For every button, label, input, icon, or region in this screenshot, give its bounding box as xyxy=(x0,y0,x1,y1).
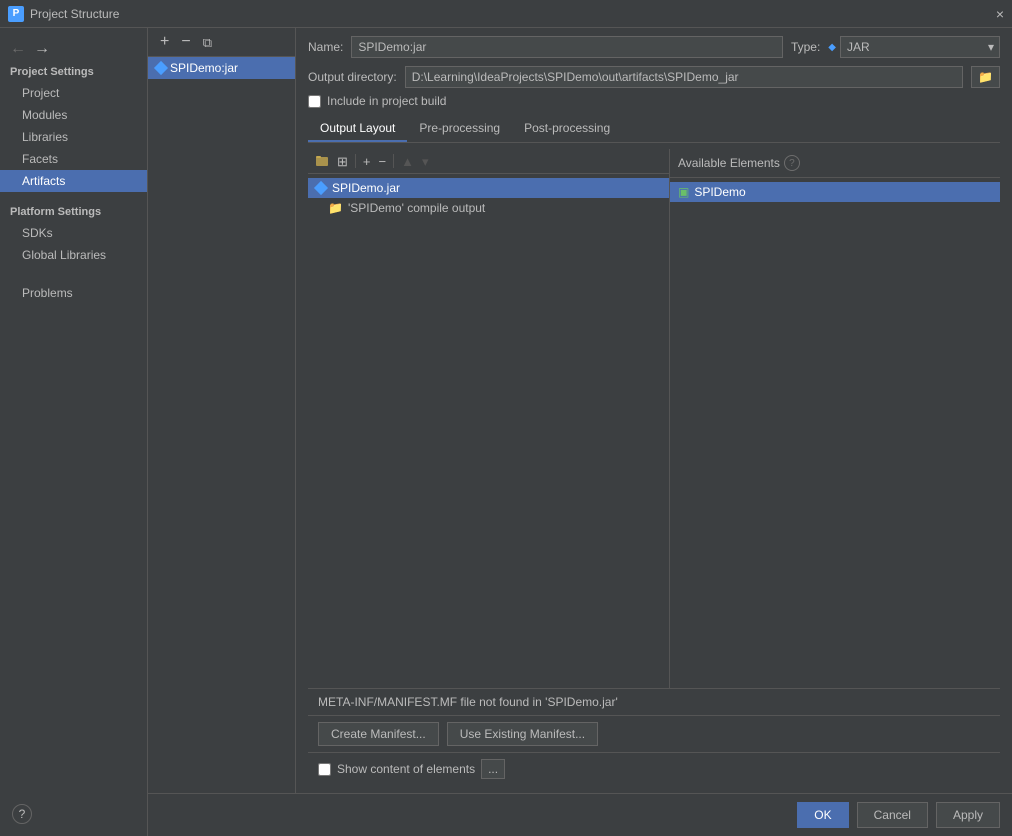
sidebar-item-sdks[interactable]: SDKs xyxy=(0,222,147,244)
bottom-bar: OK Cancel Apply xyxy=(148,793,1012,836)
forward-arrow[interactable]: → xyxy=(32,40,52,58)
output-dir-input[interactable] xyxy=(405,66,963,88)
show-content-checkbox[interactable] xyxy=(318,763,331,776)
create-manifest-button[interactable]: Create Manifest... xyxy=(318,722,439,746)
show-content-label: Show content of elements xyxy=(337,762,475,776)
output-dir-label: Output directory: xyxy=(308,70,397,84)
title-bar: P Project Structure × xyxy=(0,0,1012,28)
tree-move-up-btn[interactable]: ▲ xyxy=(398,154,417,169)
sidebar-item-facets[interactable]: Facets xyxy=(0,148,147,170)
info-icon[interactable]: ? xyxy=(784,155,800,171)
warning-message: META-INF/MANIFEST.MF file not found in '… xyxy=(308,688,1000,715)
type-diamond-icon: ◆ xyxy=(828,42,836,53)
app-icon: P xyxy=(8,6,24,22)
jar-diamond-icon xyxy=(154,61,168,75)
type-label: Type: xyxy=(791,40,820,54)
tree-add-btn[interactable]: + xyxy=(360,154,374,169)
back-arrow[interactable]: ← xyxy=(8,40,28,58)
remove-artifact-button[interactable]: − xyxy=(177,32,194,52)
available-item-spidemo-label: SPIDemo xyxy=(694,185,745,199)
available-panel: Available Elements ? ▣ SPIDemo xyxy=(670,149,1000,688)
tree-item-compile-output-label: 'SPIDemo' compile output xyxy=(348,201,485,215)
name-label: Name: xyxy=(308,40,343,54)
help-button[interactable]: ? xyxy=(12,804,32,824)
include-in-build-checkbox[interactable] xyxy=(308,95,321,108)
tree-folder-btn[interactable] xyxy=(312,152,332,170)
tree-toolbar: ⊞ + − ▲ ▾ xyxy=(308,149,669,174)
tree-move-down-btn[interactable]: ▾ xyxy=(419,154,432,169)
output-dir-row: Output directory: 📁 xyxy=(308,66,1000,88)
title-bar-title: Project Structure xyxy=(30,7,996,21)
artifact-name: SPIDemo:jar xyxy=(170,61,238,75)
available-content: ▣ SPIDemo xyxy=(670,178,1000,688)
more-button[interactable]: ... xyxy=(481,759,505,779)
sidebar-item-modules[interactable]: Modules xyxy=(0,104,147,126)
add-artifact-button[interactable]: + xyxy=(156,32,173,52)
tree-item-spidemo-jar-label: SPIDemo.jar xyxy=(332,181,400,195)
name-input[interactable] xyxy=(351,36,783,58)
tab-post-processing[interactable]: Post-processing xyxy=(512,116,622,142)
close-button[interactable]: × xyxy=(996,6,1004,22)
cancel-button[interactable]: Cancel xyxy=(857,802,928,828)
tree-grid-btn[interactable]: ⊞ xyxy=(334,154,351,169)
main-layout: ← → Project Settings Project Modules Lib… xyxy=(0,28,1012,836)
sidebar: ← → Project Settings Project Modules Lib… xyxy=(0,28,148,836)
sidebar-nav: ← → xyxy=(0,36,147,62)
type-select-wrapper: ◆ JAR xyxy=(828,36,1000,58)
browse-button[interactable]: 📁 xyxy=(971,66,1000,88)
tree-item-compile-output[interactable]: 📁 'SPIDemo' compile output xyxy=(308,198,669,218)
folder-icon: 📁 xyxy=(328,201,343,215)
include-in-build-row: Include in project build xyxy=(308,94,1000,108)
artifacts-toolbar: + − ⧉ xyxy=(148,28,295,57)
sidebar-item-artifacts[interactable]: Artifacts xyxy=(0,170,147,192)
artifacts-column: + − ⧉ SPIDemo:jar xyxy=(148,28,296,793)
sidebar-item-global-libraries[interactable]: Global Libraries xyxy=(0,244,147,266)
tab-output-layout[interactable]: Output Layout xyxy=(308,116,407,142)
use-existing-manifest-button[interactable]: Use Existing Manifest... xyxy=(447,722,598,746)
tree-content: SPIDemo.jar 📁 'SPIDemo' compile output xyxy=(308,174,669,688)
apply-button[interactable]: Apply xyxy=(936,802,1000,828)
sidebar-item-project[interactable]: Project xyxy=(0,82,147,104)
output-layout-area: ⊞ + − ▲ ▾ SPIDemo.jar xyxy=(308,149,1000,688)
copy-artifact-button[interactable]: ⧉ xyxy=(199,34,216,51)
right-panel: Name: Type: ◆ JAR Output directory: 📁 xyxy=(296,28,1012,793)
action-buttons-row: Create Manifest... Use Existing Manifest… xyxy=(308,715,1000,752)
tree-item-spidemo-jar[interactable]: SPIDemo.jar xyxy=(308,178,669,198)
name-type-row: Name: Type: ◆ JAR xyxy=(308,36,1000,58)
platform-settings-section: Platform Settings xyxy=(0,202,147,222)
module-icon: ▣ xyxy=(678,185,689,199)
type-select[interactable]: JAR xyxy=(840,36,1000,58)
tabs-bar: Output Layout Pre-processing Post-proces… xyxy=(308,116,1000,143)
bottom-checkbox-row: Show content of elements ... xyxy=(308,752,1000,785)
available-elements-label: Available Elements xyxy=(678,156,780,170)
toolbar-sep-1 xyxy=(355,154,356,168)
toolbar-sep-2 xyxy=(393,154,394,168)
available-elements-header: Available Elements ? xyxy=(670,149,1000,178)
tab-pre-processing[interactable]: Pre-processing xyxy=(407,116,512,142)
tree-panel: ⊞ + − ▲ ▾ SPIDemo.jar xyxy=(308,149,670,688)
jar-icon xyxy=(314,181,328,195)
include-in-build-label: Include in project build xyxy=(327,94,446,108)
available-item-spidemo[interactable]: ▣ SPIDemo xyxy=(670,182,1000,202)
sidebar-item-problems[interactable]: Problems xyxy=(0,282,147,304)
artifact-list-item[interactable]: SPIDemo:jar xyxy=(148,57,295,79)
sidebar-item-libraries[interactable]: Libraries xyxy=(0,126,147,148)
ok-button[interactable]: OK xyxy=(797,802,848,828)
tree-remove-btn[interactable]: − xyxy=(376,154,390,169)
project-settings-section: Project Settings xyxy=(0,62,147,82)
